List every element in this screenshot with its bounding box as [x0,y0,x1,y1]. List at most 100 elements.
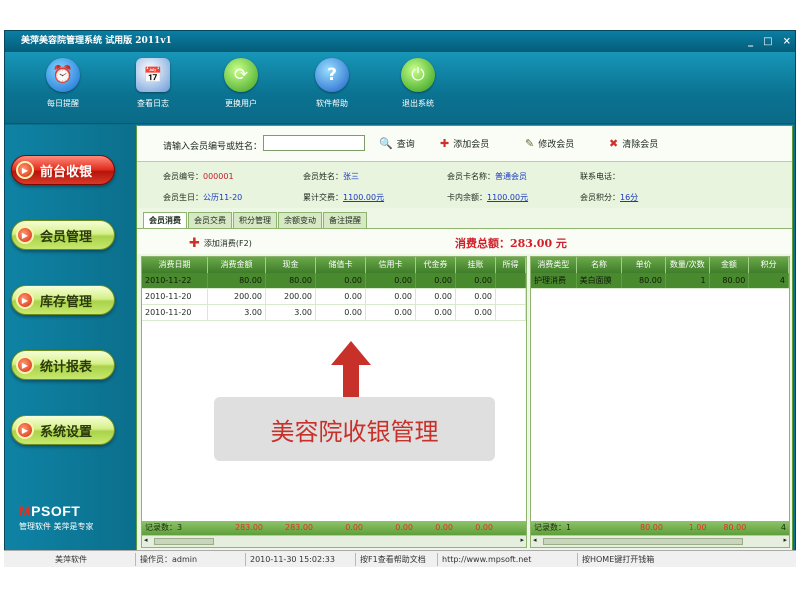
tool-help[interactable]: ? 软件帮助 [292,58,372,109]
scroll-left-icon[interactable]: ◂ [144,536,148,544]
tab-balance-changes[interactable]: 余额变动 [278,212,322,228]
footer-cell: 80.00 [723,523,747,532]
column-header[interactable]: 消费金额 [208,257,266,273]
nav-system-settings[interactable]: ▶ 系统设置 [11,415,115,445]
tool-daily-reminder[interactable]: ⏰ 每日提醒 [23,58,103,109]
status-bar: 美萍软件 操作员：admin 2010-11-30 15:02:33 按F1查看… [4,550,796,567]
member-id-value: 000001 [203,172,234,181]
plus-icon: ✚ [440,137,450,150]
search-bar: 请输入会员编号或姓名： 🔍 查询 ✚ 添加会员 ✎ 修改会员 ✖ 清除会员 [137,126,792,162]
cell: 0.00 [366,273,416,288]
cell: 3.00 [266,305,316,320]
status-url: http://www.mpsoft.net [437,553,577,566]
title-bar: 美萍美容院管理系统 试用版 2011v1 _ □ × [5,31,795,52]
total-value: 283.00 元 [510,237,567,250]
edit-member-label: 修改会员 [538,140,575,150]
footer-cell: 0.00 [345,523,363,532]
scroll-thumb[interactable] [154,538,214,545]
scroll-right-icon[interactable]: ▸ [783,536,787,544]
total-label: 消费总额： [455,237,510,250]
scroll-right-icon[interactable]: ▸ [520,536,524,544]
table-row[interactable]: 2010-11-20 3.00 3.00 0.00 0.00 0.00 0.00 [142,305,526,321]
nav-inventory-management[interactable]: ▶ 库存管理 [11,285,115,315]
column-header[interactable]: 金额 [710,257,750,273]
add-consumption-button[interactable]: ✚ 添加消费(F2) [189,236,252,251]
column-header[interactable]: 代金券 [416,257,456,273]
horizontal-scrollbar[interactable]: ◂ ▸ [531,535,789,547]
footer-cell: 0.00 [435,523,453,532]
main-toolbar: ⏰ 每日提醒 📅 查看日志 ⟳ 更换用户 ? 软件帮助 ⏻ 退出系统 [5,52,795,124]
member-balance-value[interactable]: 1100.00元 [487,193,528,202]
cross-icon: ✖ [609,137,619,150]
sidebar: ▶ 前台收银 ▶ 会员管理 ▶ 库存管理 ▶ 统计报表 ▶ 系统设置 MPSOF… [5,125,135,552]
brand: MPSOFT 管理软件 美萍是专家 [19,503,94,532]
cell: 0.00 [316,289,366,304]
scroll-left-icon[interactable]: ◂ [533,536,537,544]
scroll-thumb[interactable] [543,538,743,545]
add-consumption-label: 添加消费(F2) [203,239,252,248]
nav-front-desk-cashier[interactable]: ▶ 前台收银 [11,155,115,185]
member-info-panel: 会员编号：000001 会员姓名：张三 会员卡名称：普通会员 联系电话： 会员生… [137,162,792,208]
footer-cell: 0.00 [395,523,413,532]
cell: 1 [666,273,710,288]
column-header[interactable]: 所得 [496,257,526,273]
add-member-button[interactable]: ✚ 添加会员 [440,137,489,150]
record-count: 记录数：3 [145,523,183,532]
minimize-button[interactable]: _ [748,31,753,52]
tab-member-payment[interactable]: 会员交费 [188,212,232,228]
tool-switch-user[interactable]: ⟳ 更换用户 [201,58,281,109]
horizontal-scrollbar[interactable]: ◂ ▸ [142,535,526,547]
column-header[interactable]: 挂账 [456,257,496,273]
member-points-value[interactable]: 16分 [620,193,638,202]
nav-label: 统计报表 [40,359,93,375]
alarm-clock-icon: ⏰ [46,58,80,92]
member-id-field: 会员编号：000001 [163,171,234,182]
column-header[interactable]: 储值卡 [316,257,366,273]
nav-label: 系统设置 [40,424,93,440]
cell: 80.00 [622,273,666,288]
cell: 4 [749,273,789,288]
main-content: 请输入会员编号或姓名： 🔍 查询 ✚ 添加会员 ✎ 修改会员 ✖ 清除会员 会员… [136,125,793,555]
tool-view-log[interactable]: 📅 查看日志 [113,58,193,109]
tool-label: 更换用户 [225,99,257,108]
member-search-input[interactable] [263,135,365,151]
cell: 0.00 [416,273,456,288]
tool-exit[interactable]: ⏻ 退出系统 [378,58,458,109]
table-row[interactable]: 护理消费 美白面膜 80.00 1 80.00 4 [531,273,789,289]
play-icon: ▶ [16,356,34,374]
clear-member-label: 清除会员 [622,140,659,150]
grid-header: 消费日期 消费金额 现金 储值卡 信用卡 代金券 挂账 所得 [142,257,526,273]
help-icon: ? [315,58,349,92]
footer-cell: 4 [780,523,786,532]
edit-member-button[interactable]: ✎ 修改会员 [525,137,574,150]
nav-member-management[interactable]: ▶ 会员管理 [11,220,115,250]
column-header[interactable]: 现金 [266,257,316,273]
close-button[interactable]: × [783,31,791,52]
nav-statistics-reports[interactable]: ▶ 统计报表 [11,350,115,380]
footer-cell: 283.00 [235,523,263,532]
status-help: 按F1查看帮助文档 [355,553,437,566]
cell: 2010-11-20 [142,305,208,320]
footer-cell [577,521,623,535]
tab-points-management[interactable]: 积分管理 [233,212,277,228]
table-row[interactable]: 2010-11-20 200.00 200.00 0.00 0.00 0.00 … [142,289,526,305]
column-header[interactable]: 消费类型 [531,257,577,273]
tab-member-consumption[interactable]: 会员消费 [143,212,187,228]
nav-label: 会员管理 [40,229,93,245]
clear-member-button[interactable]: ✖ 清除会员 [609,137,658,150]
column-header[interactable]: 单价 [622,257,666,273]
column-header[interactable]: 名称 [577,257,623,273]
cell [496,305,526,320]
column-header[interactable]: 数量/次数 [666,257,710,273]
maximize-button[interactable]: □ [763,31,772,52]
column-header[interactable]: 消费日期 [142,257,208,273]
query-button[interactable]: 🔍 查询 [379,137,415,150]
add-member-label: 添加会员 [453,140,490,150]
tab-notes-reminder[interactable]: 备注提醒 [323,212,367,228]
column-header[interactable]: 信用卡 [366,257,416,273]
grid-footer: 记录数：1 80.00 1.00 80.00 4 [531,521,789,535]
cell: 0.00 [316,305,366,320]
member-total-value[interactable]: 1100.00元 [343,193,384,202]
column-header[interactable]: 积分 [749,257,789,273]
table-row[interactable]: 2010-11-22 80.00 80.00 0.00 0.00 0.00 0.… [142,273,526,289]
